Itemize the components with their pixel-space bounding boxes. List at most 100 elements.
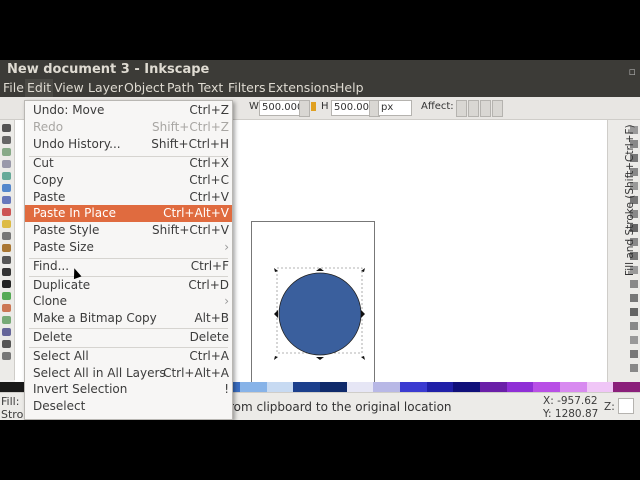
menu-item-redo: Redo Shift+Ctrl+Z — [25, 119, 232, 136]
3d-box-tool-icon[interactable] — [2, 196, 11, 204]
lock-icon[interactable] — [311, 102, 316, 111]
dock-control-icon[interactable] — [630, 350, 638, 358]
menu-item-deselect[interactable]: Deselect — [25, 398, 232, 415]
measure-tool-icon[interactable] — [2, 172, 11, 180]
unit-select[interactable]: px — [378, 100, 412, 116]
height-input[interactable]: 500.000 — [331, 100, 375, 116]
palette-swatch[interactable] — [480, 382, 508, 392]
menu-item-clone[interactable]: Clone › — [25, 293, 232, 310]
tweak-tool-icon[interactable] — [2, 148, 11, 156]
menu-item-label: Paste Size — [33, 240, 94, 254]
menu-item-select-all-layers[interactable]: Select All in All Layers Ctrl+Alt+A — [25, 365, 232, 382]
menu-item-delete[interactable]: Delete Delete — [25, 329, 232, 346]
menu-path[interactable]: Path — [165, 79, 196, 97]
bucket-tool-icon[interactable] — [2, 316, 11, 324]
handle-bottom-left — [274, 356, 278, 360]
menu-layer[interactable]: Layer — [86, 79, 125, 97]
palette-swatch[interactable] — [400, 382, 428, 392]
menu-item-shortcut: Ctrl+C — [189, 173, 229, 187]
palette-swatch[interactable] — [533, 382, 561, 392]
spray-tool-icon[interactable] — [2, 292, 11, 300]
menu-help[interactable]: Help — [333, 79, 366, 97]
palette-swatch[interactable] — [586, 382, 615, 392]
menu-item-paste-in-place[interactable]: Paste In Place Ctrl+Alt+V — [25, 205, 232, 222]
menu-object[interactable]: Object — [122, 79, 167, 97]
palette-swatch[interactable] — [293, 382, 321, 392]
palette-swatch[interactable] — [506, 382, 535, 392]
affect-pattern-icon[interactable] — [492, 100, 503, 117]
handle-bottom — [316, 357, 324, 360]
menu-item-label: Paste In Place — [33, 206, 117, 220]
zoom-tool-icon[interactable] — [2, 160, 11, 168]
zoom-input[interactable] — [618, 398, 634, 414]
status-message: rom clipboard to the original location — [229, 400, 452, 414]
menu-item-paste-style[interactable]: Paste Style Shift+Ctrl+V — [25, 222, 232, 239]
connector-tool-icon[interactable] — [2, 352, 11, 360]
dock-control-icon[interactable] — [630, 280, 638, 288]
star-tool-icon[interactable] — [2, 220, 11, 228]
affect-gradient-icon[interactable] — [480, 100, 491, 117]
palette-swatch[interactable] — [560, 382, 588, 392]
calligraphy-tool-icon[interactable] — [2, 268, 11, 276]
palette-swatch[interactable] — [453, 382, 481, 392]
handle-right — [361, 310, 365, 318]
menu-item-duplicate[interactable]: Duplicate Ctrl+D — [25, 277, 232, 294]
fill-and-stroke-tab[interactable]: Fill and Stroke (Shift+Ctrl+F) — [624, 124, 636, 276]
rectangle-tool-icon[interactable] — [2, 184, 11, 192]
ellipse-tool-icon[interactable] — [2, 208, 11, 216]
menu-item-label: Paste — [33, 190, 66, 204]
pencil-tool-icon[interactable] — [2, 244, 11, 252]
palette-swatch[interactable] — [240, 382, 268, 392]
dropper-tool-icon[interactable] — [2, 340, 11, 348]
menu-item-copy[interactable]: Copy Ctrl+C — [25, 172, 232, 189]
palette-swatch[interactable] — [373, 382, 401, 392]
menu-item-undo[interactable]: Undo: Move Ctrl+Z — [25, 102, 232, 119]
palette-swatch[interactable] — [320, 382, 348, 392]
toolbox — [0, 120, 15, 380]
menu-text[interactable]: Text — [196, 79, 225, 97]
gradient-tool-icon[interactable] — [2, 328, 11, 336]
menu-item-make-bitmap-copy[interactable]: Make a Bitmap Copy Alt+B — [25, 310, 232, 327]
palette-swatch[interactable] — [613, 382, 640, 392]
node-tool-icon[interactable] — [2, 136, 11, 144]
menu-edit[interactable]: Edit — [25, 79, 54, 97]
height-label: H — [321, 101, 329, 112]
menu-item-select-all[interactable]: Select All Ctrl+A — [25, 348, 232, 365]
menu-file[interactable]: File — [1, 79, 26, 97]
menu-item-paste-size[interactable]: Paste Size › — [25, 239, 232, 256]
menu-item-shortcut: Ctrl+X — [189, 156, 229, 170]
palette-swatch[interactable] — [426, 382, 455, 392]
menu-item-shortcut: Ctrl+F — [190, 259, 229, 273]
text-tool-icon[interactable] — [2, 280, 11, 288]
menu-item-cut[interactable]: Cut Ctrl+X — [25, 155, 232, 172]
zoom-label: Z: — [604, 401, 615, 413]
eraser-tool-icon[interactable] — [2, 304, 11, 312]
menu-item-shortcut: Shift+Ctrl+H — [151, 137, 229, 151]
selector-tool-icon[interactable] — [2, 124, 11, 132]
dock-control-icon[interactable] — [630, 336, 638, 344]
width-input[interactable]: 500.000 — [259, 100, 303, 116]
affect-stroke-icon[interactable] — [456, 100, 467, 117]
menu-filters[interactable]: Filters — [226, 79, 267, 97]
menu-extensions[interactable]: Extensions — [266, 79, 338, 97]
dock-control-icon[interactable] — [630, 294, 638, 302]
affect-corners-icon[interactable] — [468, 100, 479, 117]
menu-view[interactable]: View — [52, 79, 86, 97]
menu-item-shortcut: Ctrl+D — [188, 278, 229, 292]
menu-item-undo-history[interactable]: Undo History... Shift+Ctrl+H — [25, 136, 232, 153]
menu-item-label: Clone — [33, 294, 68, 308]
dock-control-icon[interactable] — [630, 364, 638, 372]
dock-control-icon[interactable] — [630, 322, 638, 330]
spiral-tool-icon[interactable] — [2, 232, 11, 240]
dock-control-icon[interactable] — [630, 308, 638, 316]
palette-swatch[interactable] — [266, 382, 295, 392]
menu-item-invert-selection[interactable]: Invert Selection ! — [25, 381, 232, 398]
width-spin-icon[interactable] — [299, 100, 310, 117]
menu-item-shortcut: Alt+B — [194, 311, 229, 325]
edit-menu: Undo: Move Ctrl+Z Redo Shift+Ctrl+Z Undo… — [24, 100, 233, 420]
menu-item-paste[interactable]: Paste Ctrl+V — [25, 189, 232, 206]
palette-swatch[interactable] — [346, 382, 375, 392]
pen-tool-icon[interactable] — [2, 256, 11, 264]
menu-item-label: Delete — [33, 330, 73, 344]
menu-item-find[interactable]: Find... Ctrl+F — [25, 258, 232, 275]
